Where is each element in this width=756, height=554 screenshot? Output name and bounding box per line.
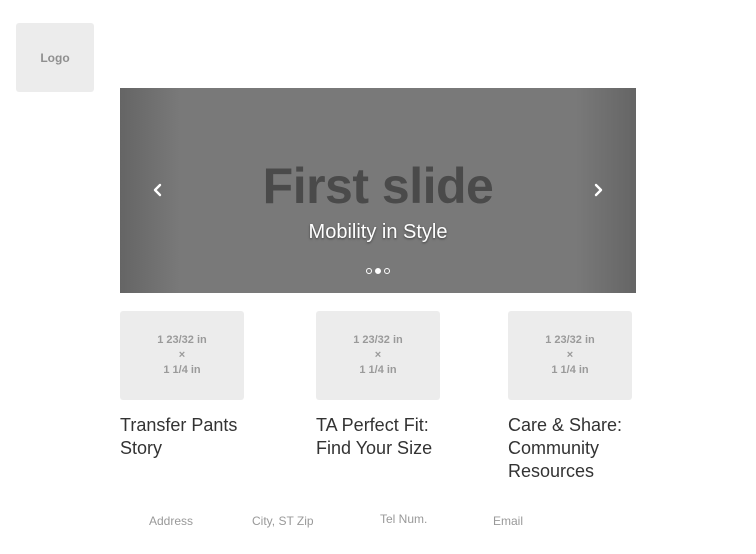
thumb-width-label: 1 23/32 in [353, 334, 403, 346]
slide-caption: Mobility in Style [308, 221, 448, 243]
card-image-placeholder[interactable]: 1 23/32 in × 1 1/4 in [316, 311, 440, 400]
carousel-next-button[interactable] [586, 178, 610, 202]
footer-phone[interactable]: Tel Num. [380, 512, 427, 526]
carousel-indicator-1[interactable] [366, 268, 372, 274]
card-image-placeholder[interactable]: 1 23/32 in × 1 1/4 in [508, 311, 632, 400]
image-carousel: First slide Mobility in Style [120, 88, 636, 293]
thumb-height-label: 1 1/4 in [551, 364, 589, 376]
feature-card-perfect-fit: 1 23/32 in × 1 1/4 in TA Perfect Fit: Fi… [316, 311, 456, 460]
thumb-times-label: × [374, 349, 382, 361]
logo[interactable]: Logo [16, 23, 94, 92]
feature-card-transfer-pants: 1 23/32 in × 1 1/4 in Transfer Pants Sto… [120, 311, 260, 460]
carousel-indicator-2[interactable] [375, 268, 381, 274]
thumb-times-label: × [178, 349, 186, 361]
card-image-placeholder[interactable]: 1 23/32 in × 1 1/4 in [120, 311, 244, 400]
card-title[interactable]: Transfer Pants Story [120, 414, 260, 460]
thumb-width-label: 1 23/32 in [157, 334, 207, 346]
feature-card-care-share: 1 23/32 in × 1 1/4 in Care & Share: Comm… [508, 311, 648, 483]
footer-address: Address [149, 514, 194, 528]
carousel-indicators [120, 268, 636, 274]
thumb-height-label: 1 1/4 in [163, 364, 201, 376]
footer-email[interactable]: Email [493, 514, 523, 528]
chevron-right-icon [594, 183, 603, 197]
card-title[interactable]: TA Perfect Fit: Find Your Size [316, 414, 456, 460]
slide-title: First slide [262, 158, 494, 214]
thumb-width-label: 1 23/32 in [545, 334, 595, 346]
footer-city-state-zip: City, ST Zip [252, 514, 314, 528]
thumb-times-label: × [566, 349, 574, 361]
carousel-indicator-3[interactable] [384, 268, 390, 274]
thumb-height-label: 1 1/4 in [359, 364, 397, 376]
card-title[interactable]: Care & Share: Community Resources [508, 414, 648, 483]
